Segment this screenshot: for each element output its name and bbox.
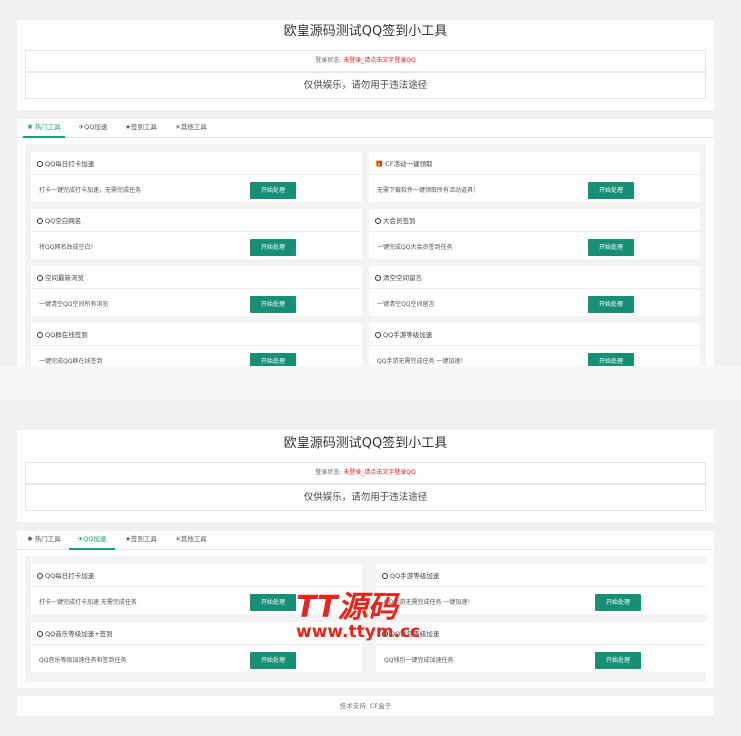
card-title: QQ手游等级加速 — [375, 329, 432, 339]
qq-icon — [37, 161, 43, 167]
card-title: 清空空间留言 — [375, 272, 422, 282]
start-button[interactable]: 开始处理 — [588, 296, 634, 313]
start-button[interactable]: 开始处理 — [250, 652, 296, 669]
card-title: QQ音乐等级加速+签到 — [37, 628, 113, 638]
card-title: QQ钱包等级加速 — [382, 628, 439, 638]
qq-icon — [37, 631, 43, 637]
tool-card: QQ钱包等级加速 QQ钱包一键完成加速任务 开始处理 — [376, 622, 707, 672]
tool-card: QQ空白网名 将QQ网名改成空白！ 开始处理 — [31, 209, 362, 259]
top-tab-hot[interactable]: ✺ 热门工具 — [23, 119, 65, 138]
divider — [31, 174, 362, 175]
start-button[interactable]: 开始处理 — [250, 594, 296, 611]
card-title: 大会员签到 — [375, 215, 416, 225]
top-login-status[interactable]: 登录状态: 未登录_请点击文字登录QQ — [25, 50, 706, 72]
bottom-tab-other[interactable]: ✕其他工具 — [169, 531, 213, 548]
qq-icon — [37, 275, 43, 281]
tool-card: 🎁 CF活动一键领取 无需下载软件一键领取所有活动道具！ 开始处理 — [369, 152, 700, 202]
top-header-panel: 欧皇源码测试QQ签到小工具 登录状态: 未登录_请点击文字登录QQ 仅供娱乐，请… — [17, 20, 714, 110]
divider — [31, 345, 362, 346]
qq-icon — [375, 218, 381, 224]
start-button[interactable]: 开始处理 — [588, 182, 634, 199]
bottom-page-title: 欧皇源码测试QQ签到小工具 — [283, 436, 448, 451]
qq-icon — [37, 218, 43, 224]
card-desc: 一键完成QQ大会员签到任务 — [377, 244, 453, 251]
qq-icon — [375, 275, 381, 281]
card-title: QQ每日打卡加速 — [37, 158, 94, 168]
tool-card: QQ每日打卡加速 打卡一键完成打卡加速 无需完成任务 开始处理 — [31, 564, 362, 614]
top-tab-qq-speed[interactable]: ✈QQ加速 — [73, 119, 113, 136]
divider — [369, 174, 700, 175]
card-desc: 一键清空QQ空间留言 — [377, 301, 435, 308]
start-button[interactable]: 开始处理 — [250, 296, 296, 313]
card-title: QQ每日打卡加速 — [37, 570, 94, 580]
tool-card: QQ手游等级加速 QQ手游无需完成任务 一键加速！ 开始处理 — [376, 564, 707, 614]
divider — [31, 586, 362, 587]
qq-icon — [382, 631, 388, 637]
top-status-label: 登录状态: — [315, 57, 342, 64]
gift-icon: 🎁 — [375, 160, 386, 168]
bottom-header-panel: 欧皇源码测试QQ签到小工具 登录状态: 未登录_请点击文字登录QQ 仅供娱乐，请… — [17, 430, 714, 522]
qq-icon — [382, 573, 388, 579]
tool-card: QQ音乐等级加速+签到 QQ音乐等级加速任务和签到任务 开始处理 — [31, 622, 362, 672]
bottom-tab-bar: ✺ 热门工具 ✈QQ加速 ★签到工具 ✕其他工具 — [17, 531, 714, 550]
bottom-tab-qq-speed[interactable]: ✈QQ加速 — [69, 531, 115, 550]
card-desc: 打卡一键完成打卡加速 无需完成任务 — [39, 599, 137, 606]
tool-card: 清空空间留言 一键清空QQ空间留言 开始处理 — [369, 266, 700, 316]
card-desc: QQ手游无需完成任务 一键加速！ — [384, 599, 474, 606]
bottom-status-label: 登录状态: — [315, 469, 342, 476]
fire-icon: ✺ — [27, 535, 35, 543]
card-title: QQ手游等级加速 — [382, 570, 439, 580]
divider — [369, 231, 700, 232]
top-tab-signin[interactable]: ★签到工具 — [121, 119, 161, 136]
divider — [369, 288, 700, 289]
card-desc: QQ钱包一键完成加速任务 — [384, 657, 454, 664]
top-tab-other[interactable]: ✕其他工具 — [169, 119, 213, 136]
bottom-status-link[interactable]: 未登录_请点击文字登录QQ — [343, 469, 415, 476]
start-button[interactable]: 开始处理 — [595, 594, 641, 611]
bottom-tab-signin[interactable]: ★签到工具 — [121, 531, 161, 548]
top-tool-grid: QQ每日打卡加速 打卡一键完成打卡加速，无需完成任务 开始处理 🎁 CF活动一键… — [17, 138, 714, 373]
card-desc: 一键完成QQ群在线签到 — [39, 358, 103, 365]
start-button[interactable]: 开始处理 — [250, 239, 296, 256]
card-title: QQ空白网名 — [37, 215, 81, 225]
start-button[interactable]: 开始处理 — [595, 652, 641, 669]
card-title: 🎁 CF活动一键领取 — [375, 160, 433, 168]
screenshot-separator — [0, 366, 741, 400]
tool-card: QQ每日打卡加速 打卡一键完成打卡加速，无需完成任务 开始处理 — [31, 152, 362, 202]
bottom-tab-hot[interactable]: ✺ 热门工具 — [23, 531, 65, 548]
divider — [31, 231, 362, 232]
top-page-title: 欧皇源码测试QQ签到小工具 — [283, 24, 448, 39]
tool-card: 大会员签到 一键完成QQ大会员签到任务 开始处理 — [369, 209, 700, 259]
card-desc: 打卡一键完成打卡加速，无需完成任务 — [39, 187, 142, 194]
card-title: 空间最新浏览 — [37, 272, 84, 282]
divider — [376, 644, 707, 645]
card-desc: 一键清空QQ空间所有浏览 — [39, 301, 109, 308]
divider — [31, 288, 362, 289]
card-desc: 将QQ网名改成空白！ — [39, 244, 97, 251]
bottom-notice: 仅供娱乐，请勿用于违法途径 — [25, 484, 706, 511]
divider — [31, 644, 362, 645]
qq-icon — [37, 573, 43, 579]
qq-icon — [37, 332, 43, 338]
footer-text: 技术支持: CF盒子 — [339, 702, 392, 710]
start-button[interactable]: 开始处理 — [588, 239, 634, 256]
divider — [369, 345, 700, 346]
divider — [376, 586, 707, 587]
top-notice: 仅供娱乐，请勿用于违法途径 — [25, 72, 706, 99]
card-desc: 无需下载软件一键领取所有活动道具！ — [377, 187, 480, 194]
top-tab-bar: ✺ 热门工具 ✈QQ加速 ★签到工具 ✕其他工具 — [17, 119, 714, 138]
top-status-link[interactable]: 未登录_请点击文字登录QQ — [343, 57, 415, 64]
bottom-tool-grid: QQ每日打卡加速 打卡一键完成打卡加速 无需完成任务 开始处理 QQ手游等级加速… — [17, 550, 714, 688]
fire-icon: ✺ — [27, 123, 35, 131]
qq-icon — [375, 332, 381, 338]
bottom-login-status[interactable]: 登录状态: 未登录_请点击文字登录QQ — [25, 462, 706, 484]
card-title: QQ群在线签到 — [37, 329, 88, 339]
card-desc: QQ音乐等级加速任务和签到任务 — [39, 657, 127, 664]
footer: 技术支持: CF盒子 — [17, 696, 714, 716]
tool-card: 空间最新浏览 一键清空QQ空间所有浏览 开始处理 — [31, 266, 362, 316]
start-button[interactable]: 开始处理 — [250, 182, 296, 199]
card-desc: QQ手游无需完成任务 一键加速！ — [377, 358, 467, 365]
